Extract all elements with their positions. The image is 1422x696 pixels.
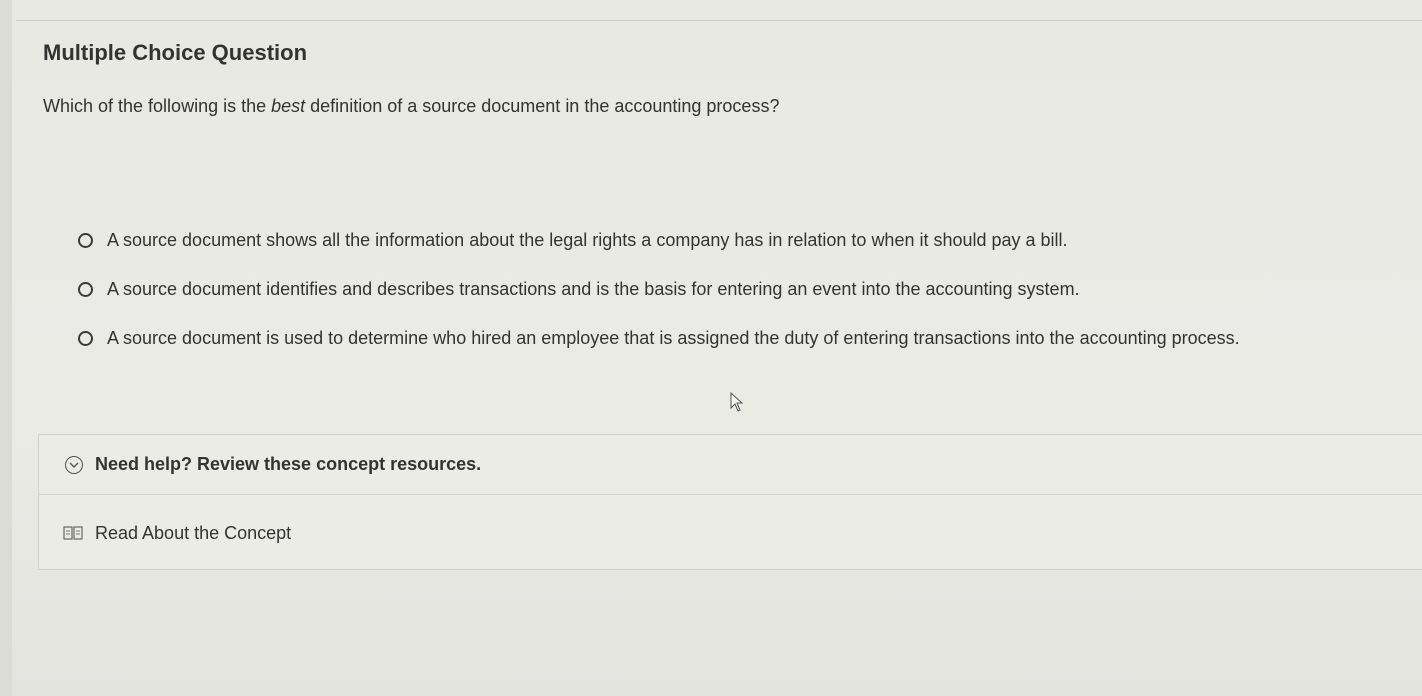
book-icon xyxy=(63,525,83,541)
question-type-title: Multiple Choice Question xyxy=(43,40,308,65)
help-panel: Need help? Review these concept resource… xyxy=(38,434,1422,570)
chevron-down-circle-icon[interactable] xyxy=(65,455,83,474)
question-prompt: Which of the following is the best defin… xyxy=(43,96,779,117)
prompt-emphasis: best xyxy=(271,96,306,116)
answer-options: A source document shows all the informat… xyxy=(78,216,1240,363)
help-toggle-label: Need help? Review these concept resource… xyxy=(95,454,482,474)
prompt-text-start: Which of the following is the xyxy=(43,96,272,116)
answer-option-label: A source document shows all the informat… xyxy=(107,230,1068,250)
answer-option-c[interactable]: A source document is used to determine w… xyxy=(78,314,1240,363)
radio-button-b[interactable] xyxy=(78,282,93,297)
answer-option-label: A source document is used to determine w… xyxy=(107,328,1240,348)
page-left-edge xyxy=(0,0,12,696)
resource-link-label[interactable]: Read About the Concept xyxy=(95,523,291,544)
prompt-text-end: definition of a source document in the a… xyxy=(305,96,780,116)
help-toggle[interactable]: Need help? Review these concept resource… xyxy=(39,435,1422,495)
top-divider xyxy=(16,20,1422,21)
radio-button-c[interactable] xyxy=(78,331,93,346)
radio-button-a[interactable] xyxy=(78,233,93,248)
answer-option-a[interactable]: A source document shows all the informat… xyxy=(78,216,1240,265)
mouse-cursor-icon xyxy=(730,391,746,419)
resource-link-read-about-concept[interactable]: Read About the Concept xyxy=(39,495,1422,571)
answer-option-label: A source document identifies and describ… xyxy=(107,279,1080,299)
answer-option-b[interactable]: A source document identifies and describ… xyxy=(78,265,1240,314)
